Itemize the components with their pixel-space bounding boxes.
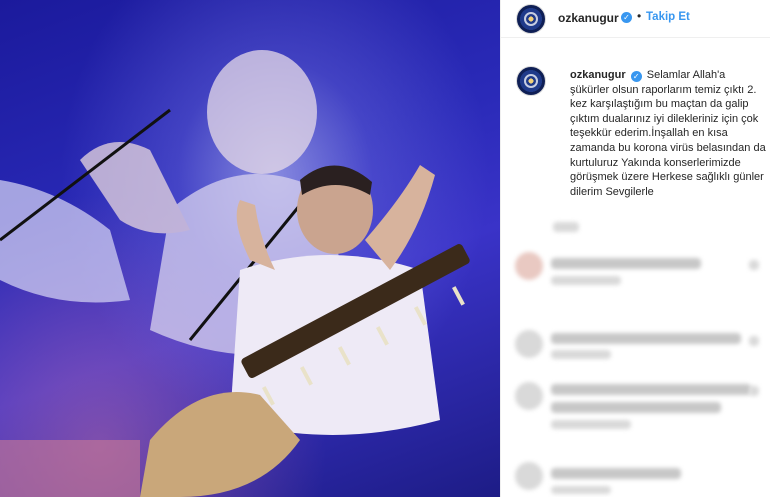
like-icon <box>749 336 759 346</box>
avatar[interactable] <box>516 4 546 34</box>
username-link[interactable]: ozkanugur <box>558 11 619 25</box>
comment-avatar <box>515 252 543 280</box>
comment-avatar <box>515 382 543 410</box>
comment-avatar <box>515 330 543 358</box>
post-header: ozkanugur ✓ • Takip Et <box>501 0 770 38</box>
like-icon <box>749 260 759 270</box>
blurred-comment-line <box>551 258 701 269</box>
post-sidebar: ozkanugur ✓ • Takip Et ozkanugur ✓ Selam… <box>500 0 770 497</box>
post-photo[interactable] <box>0 0 500 497</box>
blurred-comment-meta <box>551 350 611 359</box>
concert-photo-illustration <box>0 50 470 497</box>
caption-text: ozkanugur ✓ Selamlar Allah'a şükürler ol… <box>570 68 766 199</box>
blurred-comment-meta <box>551 420 631 429</box>
blurred-comment-line <box>551 333 741 344</box>
blurred-comment-line <box>551 384 751 395</box>
blurred-comment-meta <box>551 276 621 285</box>
like-icon <box>749 386 759 396</box>
blurred-comment-line <box>551 468 681 479</box>
separator-dot: • <box>637 9 642 23</box>
caption-username[interactable]: ozkanugur <box>570 69 626 81</box>
caption-body: Selamlar Allah'a şükürler olsun raporlar… <box>570 69 766 198</box>
verified-check-icon: ✓ <box>621 12 632 23</box>
caption-avatar[interactable] <box>516 66 546 96</box>
verified-check-icon: ✓ <box>630 71 642 82</box>
comment-avatar <box>515 462 543 490</box>
blurred-comment-meta <box>551 486 611 494</box>
blurred-timestamp <box>553 222 579 232</box>
blurred-comment-line <box>551 402 721 413</box>
follow-button[interactable]: Takip Et <box>646 11 690 23</box>
